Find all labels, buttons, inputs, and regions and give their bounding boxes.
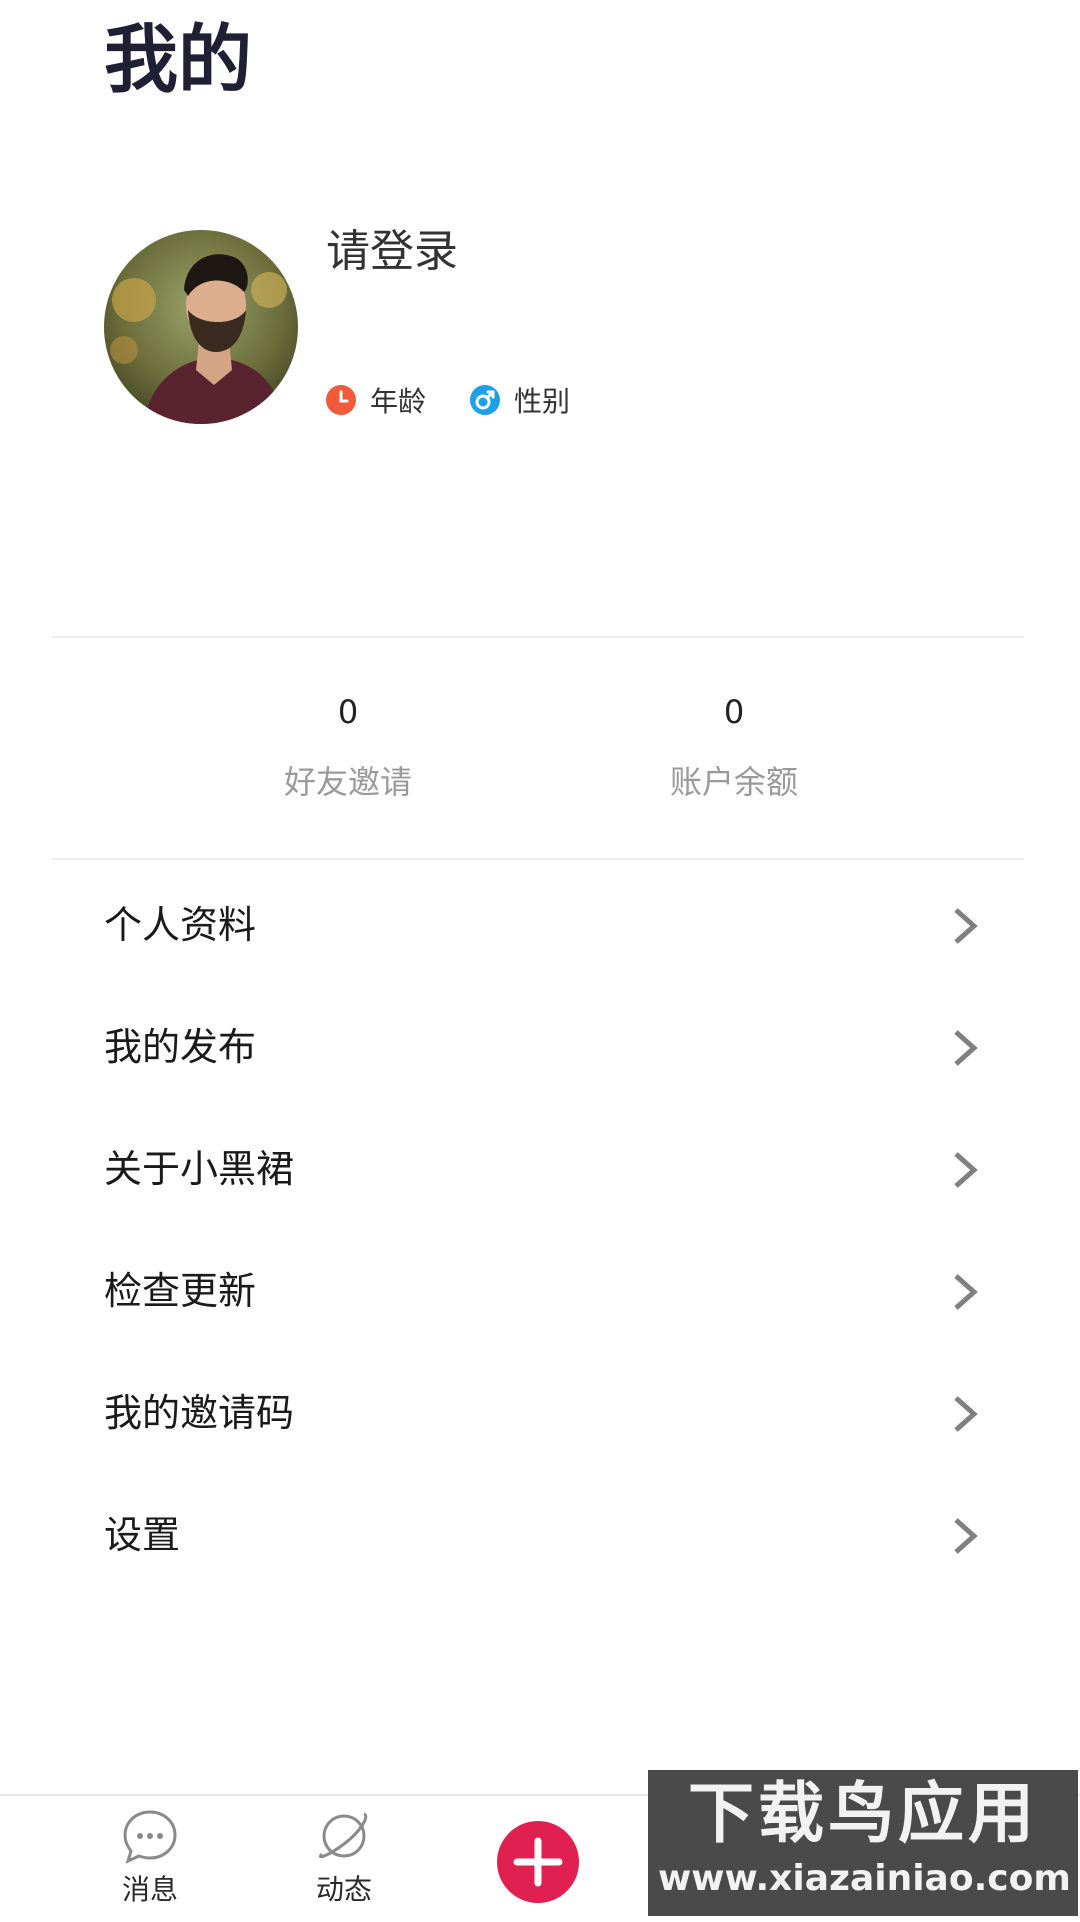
account-balance-stat[interactable]: 0 账户余额 <box>584 690 884 804</box>
planet-icon <box>319 1812 368 1859</box>
plus-icon <box>513 1837 563 1887</box>
chevron-right-icon <box>954 1518 978 1554</box>
gender-tag: 性别 <box>470 380 570 420</box>
menu-item-label: 关于小黑裙 <box>104 1147 295 1191</box>
menu-item-label: 我的发布 <box>104 1025 257 1069</box>
menu-item-label: 我的邀请码 <box>104 1391 295 1435</box>
menu-item-invite-code[interactable]: 我的邀请码 <box>0 1354 1080 1476</box>
age-label: 年龄 <box>370 385 427 418</box>
tab-label: 消息 <box>121 1873 178 1906</box>
watermark: 下载鸟应用 www.xiazainiao.com <box>648 1770 1078 1916</box>
chat-bubble-icon <box>123 1810 177 1864</box>
clock-icon <box>326 385 356 415</box>
menu-item-label: 检查更新 <box>104 1269 257 1313</box>
tab-messages[interactable]: 消息 <box>80 1806 220 1908</box>
menu-item-check-update[interactable]: 检查更新 <box>0 1232 1080 1354</box>
menu-item-settings[interactable]: 设置 <box>0 1476 1080 1598</box>
friend-invites-value: 0 <box>337 693 359 731</box>
login-prompt[interactable]: 请登录 <box>326 222 458 282</box>
menu-item-my-posts[interactable]: 我的发布 <box>0 988 1080 1110</box>
friend-invites-stat[interactable]: 0 好友邀请 <box>198 690 498 804</box>
watermark-url: www.xiazainiao.com <box>658 1858 1071 1899</box>
chevron-right-icon <box>954 1152 978 1188</box>
avatar[interactable] <box>104 230 298 424</box>
menu-item-label: 个人资料 <box>104 903 257 947</box>
menu-item-label: 设置 <box>104 1513 181 1557</box>
chevron-right-icon <box>954 1274 978 1310</box>
chevron-right-icon <box>954 908 978 944</box>
add-post-button[interactable] <box>497 1821 579 1903</box>
male-gender-icon <box>470 385 500 415</box>
divider <box>52 858 1024 860</box>
age-tag: 年龄 <box>326 380 426 420</box>
tab-feed[interactable]: 动态 <box>274 1806 414 1908</box>
friend-invites-label: 好友邀请 <box>283 763 412 801</box>
watermark-title: 下载鸟应用 <box>688 1775 1038 1852</box>
tab-label: 动态 <box>315 1873 372 1906</box>
divider <box>52 636 1024 638</box>
gender-label: 性别 <box>514 385 571 418</box>
account-balance-value: 0 <box>723 693 745 731</box>
account-balance-label: 账户余额 <box>669 763 798 801</box>
menu-item-profile[interactable]: 个人资料 <box>0 866 1080 988</box>
chevron-right-icon <box>954 1030 978 1066</box>
menu-item-about[interactable]: 关于小黑裙 <box>0 1110 1080 1232</box>
chevron-right-icon <box>954 1396 978 1432</box>
page-title: 我的 <box>104 17 252 103</box>
